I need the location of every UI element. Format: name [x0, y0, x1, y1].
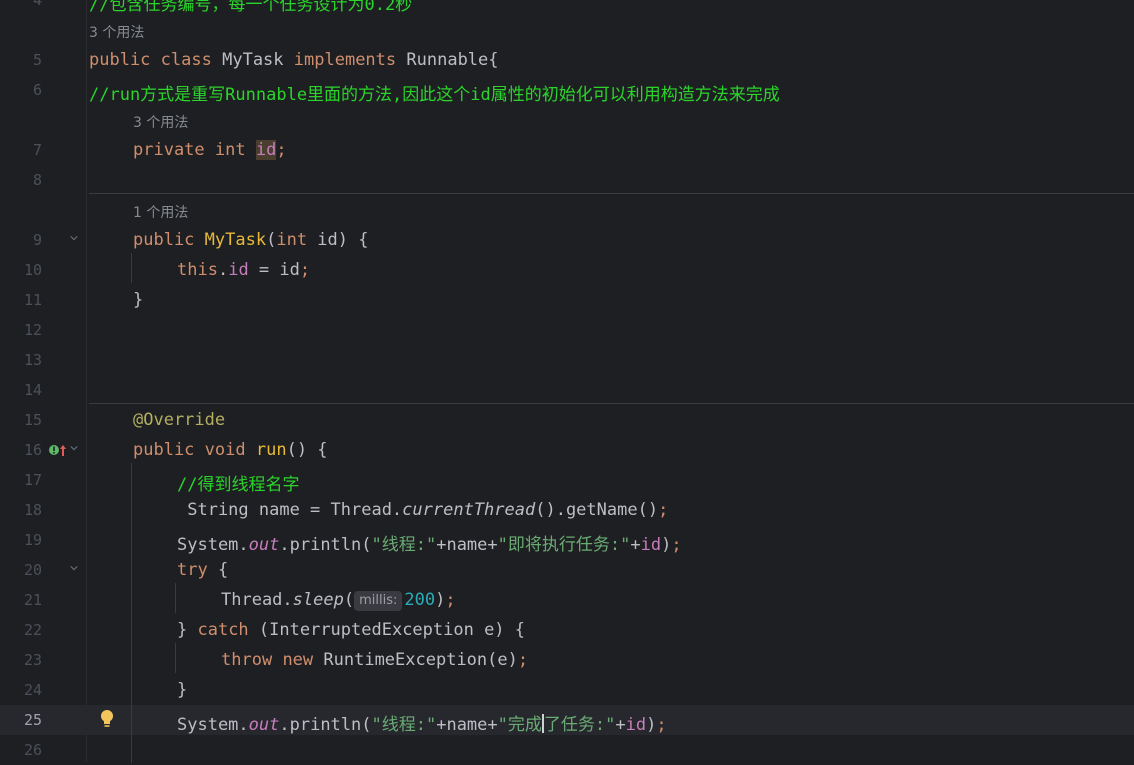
- assignment-statement: this.id = id;: [177, 260, 311, 280]
- line-number: 23: [23, 651, 42, 669]
- line-number: 14: [23, 381, 42, 399]
- constructor-declaration: public MyTask(int id) {: [133, 230, 369, 250]
- line-number: 7: [32, 141, 42, 159]
- method-separator: [89, 193, 1134, 194]
- code-line-22[interactable]: 22 } catch (InterruptedException e) {: [0, 615, 1134, 645]
- code-line-14[interactable]: 14: [0, 375, 1134, 405]
- fold-chevron-icon[interactable]: [70, 234, 78, 242]
- parameter-hint: millis:: [354, 591, 403, 611]
- line-number: 19: [23, 531, 42, 549]
- line-number: 16: [23, 441, 42, 459]
- line-number: 26: [23, 741, 42, 759]
- line-number: 17: [23, 471, 42, 489]
- line-number: 21: [23, 591, 42, 609]
- code-line-10[interactable]: 10 this.id = id;: [0, 255, 1134, 285]
- indent-guide: [131, 463, 132, 763]
- line-number: 13: [23, 351, 42, 369]
- line-number: 15: [23, 411, 42, 429]
- comment: //包含任务编号，每一个任务设计为0.2秒: [89, 0, 413, 15]
- line-number: 4: [32, 0, 42, 9]
- class-declaration: public class MyTask implements Runnable{: [89, 50, 499, 70]
- line-number: 20: [23, 561, 42, 579]
- method-separator: [89, 403, 1134, 404]
- inlay-usage-row: 1 个用法: [0, 195, 1134, 225]
- usage-hint[interactable]: 1 个用法: [133, 202, 188, 222]
- code-line-15[interactable]: 15 @Override: [0, 405, 1134, 435]
- annotation: @Override: [133, 410, 226, 430]
- line-number: 11: [23, 291, 42, 309]
- println-statement: System.out.println("线程:"+name+"完成 了任务:"+i…: [177, 714, 667, 735]
- method-declaration: public void run() {: [133, 440, 328, 460]
- code-line-6[interactable]: 6 //run方式是重写Runnable里面的方法,因此这个id属性的初始化可以…: [0, 75, 1134, 105]
- inlay-usage-row: 3 个用法: [0, 105, 1134, 135]
- line-number: 6: [32, 81, 42, 99]
- code-line-4[interactable]: 4 //包含任务编号，每一个任务设计为0.2秒: [0, 0, 1134, 15]
- line-number: 22: [23, 621, 42, 639]
- line-number: 25: [23, 711, 42, 729]
- code-line-5[interactable]: 5 public class MyTask implements Runnabl…: [0, 45, 1134, 75]
- code-line-18[interactable]: 18 String name = Thread.currentThread().…: [0, 495, 1134, 525]
- code-line-12[interactable]: 12: [0, 315, 1134, 345]
- sleep-statement: Thread.sleep(millis: 200);: [221, 590, 456, 611]
- inlay-usage-row: 3 个用法: [0, 15, 1134, 45]
- code-line-16[interactable]: 16 public void run() {: [0, 435, 1134, 465]
- code-line-25[interactable]: 25 System.out.println("线程:"+name+"完成 了任务:…: [0, 705, 1134, 735]
- line-number: 9: [32, 231, 42, 249]
- code-line-13[interactable]: 13: [0, 345, 1134, 375]
- code-line-7[interactable]: 7 private int id;: [0, 135, 1134, 165]
- code-line-24[interactable]: 24 }: [0, 675, 1134, 705]
- variable-declaration: String name = Thread.currentThread().get…: [177, 500, 669, 520]
- line-number: 5: [32, 51, 42, 69]
- line-number: 10: [23, 261, 42, 279]
- code-editor[interactable]: 4 //包含任务编号，每一个任务设计为0.2秒 3 个用法 5 public c…: [0, 0, 1134, 765]
- code-line-17[interactable]: 17 //得到线程名字: [0, 465, 1134, 495]
- try-statement: try {: [177, 560, 229, 580]
- catch-statement: } catch (InterruptedException e) {: [177, 620, 526, 640]
- line-number: 12: [23, 321, 42, 339]
- fold-chevron-icon[interactable]: [70, 564, 78, 572]
- line-number: 18: [23, 501, 42, 519]
- code-line-23[interactable]: 23 throw new RuntimeException(e);: [0, 645, 1134, 675]
- code-line-9[interactable]: 9 public MyTask(int id) {: [0, 225, 1134, 255]
- comment: //run方式是重写Runnable里面的方法,因此这个id属性的初始化可以利用…: [89, 85, 780, 105]
- indent-guide: [131, 253, 132, 283]
- usage-hint[interactable]: 3 个用法: [89, 22, 144, 42]
- field-declaration: private int id;: [133, 140, 287, 160]
- println-statement: System.out.println("线程:"+name+"即将执行任务:"+…: [177, 535, 682, 555]
- closing-brace: }: [177, 680, 188, 700]
- fold-chevron-icon[interactable]: [70, 444, 78, 452]
- code-line-11[interactable]: 11 }: [0, 285, 1134, 315]
- indent-guide: [175, 583, 176, 613]
- line-number: 24: [23, 681, 42, 699]
- intention-bulb-icon[interactable]: [99, 708, 115, 730]
- code-line-26[interactable]: 26: [0, 735, 1134, 765]
- indent-guide: [175, 643, 176, 673]
- usage-hint[interactable]: 3 个用法: [133, 112, 188, 132]
- code-line-8[interactable]: 8: [0, 165, 1134, 195]
- code-line-21[interactable]: 21 Thread.sleep(millis: 200);: [0, 585, 1134, 615]
- code-line-19[interactable]: 19 System.out.println("线程:"+name+"即将执行任务…: [0, 525, 1134, 555]
- line-number: 8: [32, 171, 42, 189]
- code-line-20[interactable]: 20 try {: [0, 555, 1134, 585]
- closing-brace: }: [133, 290, 144, 310]
- throw-statement: throw new RuntimeException(e);: [221, 650, 529, 670]
- comment: //得到线程名字: [177, 475, 300, 495]
- implements-method-icon[interactable]: [48, 442, 68, 458]
